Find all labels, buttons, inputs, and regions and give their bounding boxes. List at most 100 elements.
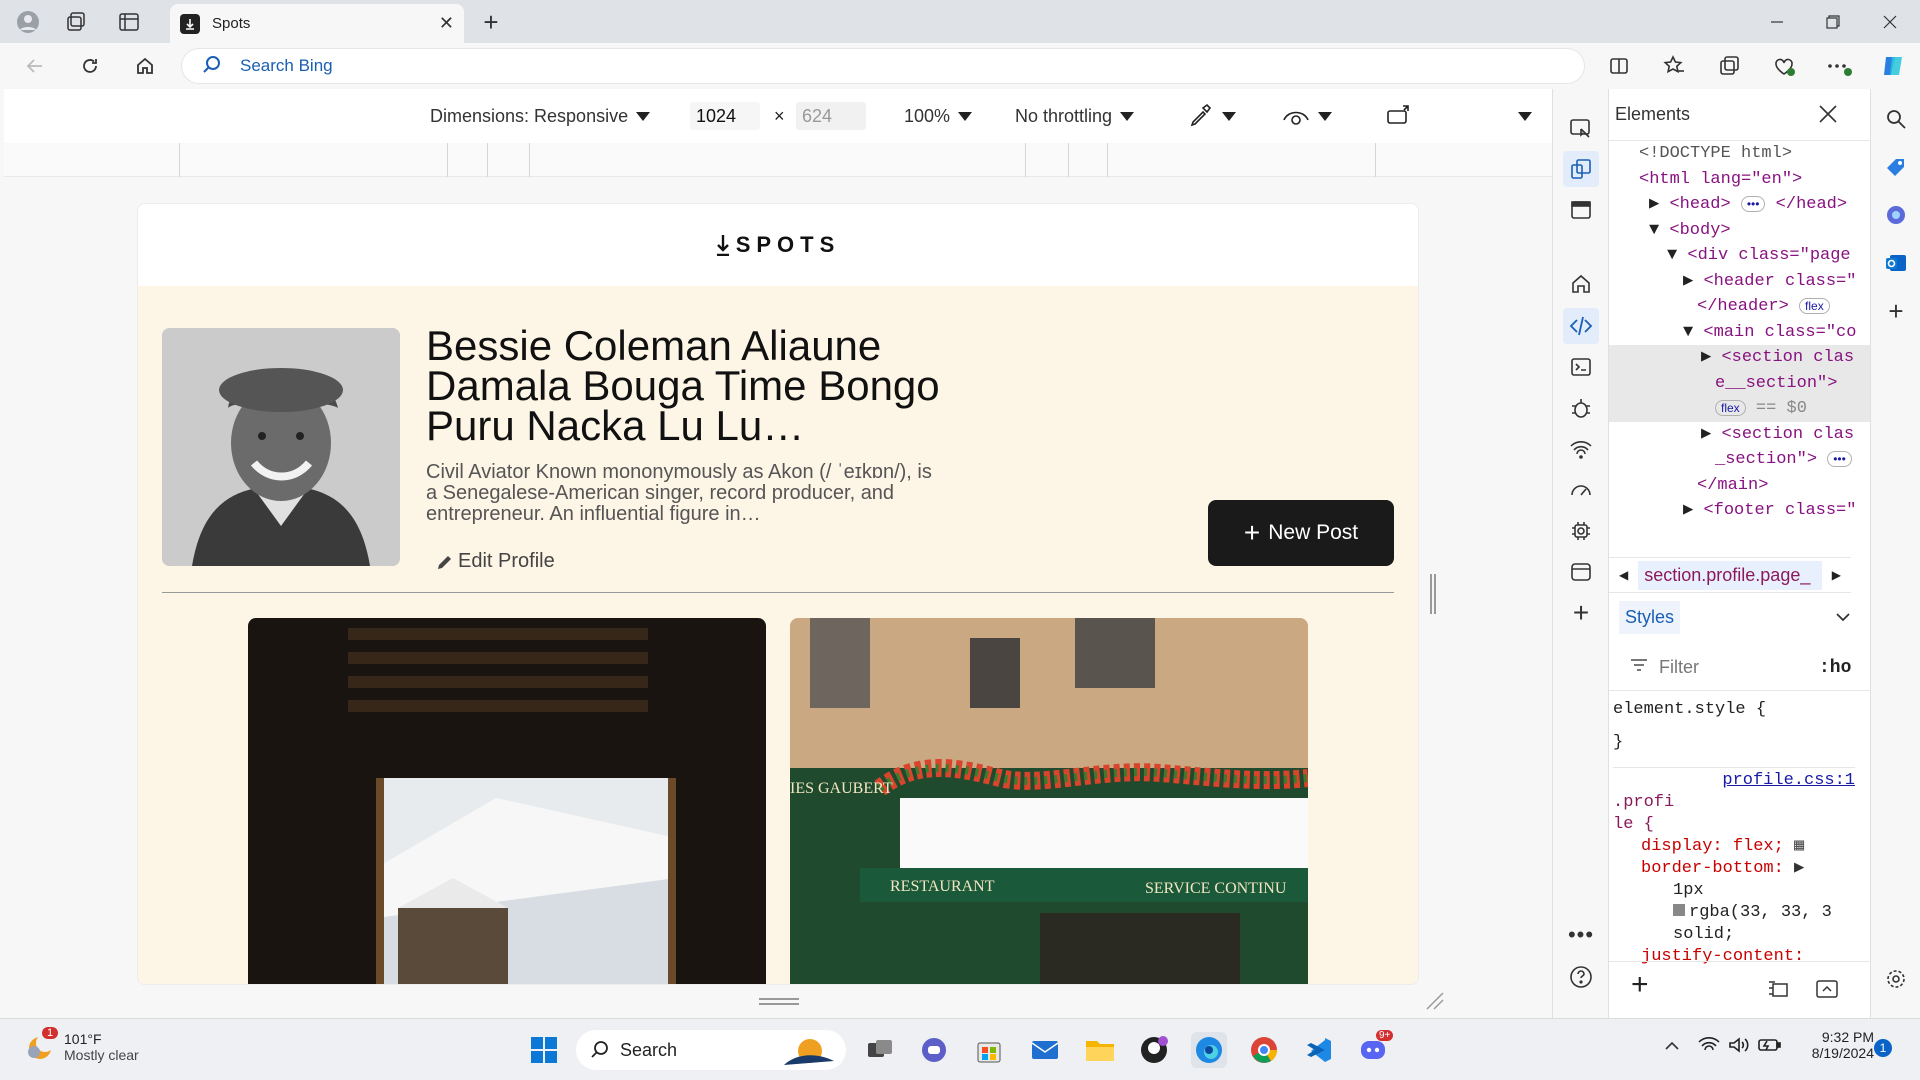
- dom-node[interactable]: ▶ <section clas: [1609, 422, 1871, 448]
- close-tab-icon[interactable]: ✕: [439, 13, 454, 34]
- chevron-down-icon[interactable]: [1835, 607, 1851, 628]
- dom-node[interactable]: ▼ <body>: [1609, 218, 1871, 244]
- new-tab-icon[interactable]: +: [477, 7, 505, 37]
- dimensions-dropdown[interactable]: Dimensions: Responsive: [430, 106, 651, 127]
- dom-node[interactable]: <html lang="en">: [1609, 167, 1871, 193]
- toggle-panel-icon[interactable]: [1815, 978, 1839, 1003]
- weather-widget[interactable]: 1 101°F Mostly clear: [24, 1027, 139, 1063]
- throttling-dropdown[interactable]: No throttling: [1015, 106, 1135, 127]
- discord-icon[interactable]: 9+: [1356, 1030, 1394, 1068]
- browser-essentials-icon[interactable]: [1769, 51, 1799, 81]
- rotate-button[interactable]: [1385, 103, 1413, 130]
- refresh-icon[interactable]: [75, 51, 105, 81]
- minimize-icon[interactable]: [1762, 8, 1792, 36]
- zoom-dropdown[interactable]: 100%: [904, 106, 973, 127]
- teams-chat-icon[interactable]: [916, 1032, 952, 1068]
- styles-filter[interactable]: Filter :ho: [1609, 645, 1871, 691]
- dom-node[interactable]: ▶ <header class=": [1609, 269, 1871, 295]
- favorites-icon[interactable]: [1659, 51, 1689, 81]
- more-options-chevron-icon[interactable]: [1518, 111, 1532, 121]
- microsoft-store-icon[interactable]: [971, 1032, 1007, 1068]
- post-card-image[interactable]: [248, 618, 766, 984]
- wifi-icon[interactable]: [1698, 1036, 1720, 1057]
- vscode-icon[interactable]: [1301, 1032, 1337, 1068]
- home-icon[interactable]: [130, 51, 160, 81]
- vertical-tabs-icon[interactable]: [115, 8, 143, 36]
- sidebar-settings-gear-icon[interactable]: [1878, 961, 1914, 997]
- viewport-height-grip[interactable]: [759, 998, 799, 1005]
- edge-browser-icon[interactable]: [1191, 1032, 1227, 1068]
- outlook-icon[interactable]: [1878, 245, 1914, 281]
- css-selector[interactable]: .profi: [1613, 792, 1855, 814]
- elements-code-icon[interactable]: [1563, 308, 1599, 344]
- task-view-icon[interactable]: [862, 1032, 898, 1068]
- back-icon[interactable]: [20, 51, 50, 81]
- color-picker-button[interactable]: [1188, 103, 1236, 129]
- close-window-icon[interactable]: [1875, 8, 1905, 36]
- crumb-left-icon[interactable]: ◀: [1609, 568, 1638, 582]
- flex-editor-icon[interactable]: ▦: [1794, 837, 1804, 856]
- tab-spots[interactable]: Spots ✕: [170, 4, 464, 43]
- split-screen-icon[interactable]: [1604, 51, 1634, 81]
- dom-node[interactable]: </main>: [1609, 473, 1871, 499]
- search-icon[interactable]: [1878, 101, 1914, 137]
- dom-node[interactable]: ▼ <div class="page: [1609, 243, 1871, 269]
- breadcrumb-item[interactable]: section.profile.page_: [1638, 560, 1822, 590]
- post-card-image[interactable]: RESTAURANT SERVICE CONTINU IES GAUBERT: [790, 618, 1308, 984]
- dom-node[interactable]: ▼ <main class="co: [1609, 320, 1871, 346]
- more-options-icon[interactable]: •••: [1563, 917, 1599, 953]
- dom-node[interactable]: ▶ <footer class=": [1609, 498, 1871, 524]
- spots-logo[interactable]: SPOTS: [716, 232, 841, 258]
- media-query-ruler[interactable]: [4, 143, 1552, 177]
- css-prop[interactable]: border-bottom: ▶: [1613, 858, 1855, 880]
- css-value[interactable]: 1px: [1613, 880, 1855, 902]
- address-bar[interactable]: [182, 49, 1584, 83]
- volume-icon[interactable]: [1728, 1036, 1750, 1057]
- element-style-rule[interactable]: element.style {: [1613, 699, 1855, 732]
- new-style-rule-icon[interactable]: +: [1631, 968, 1649, 1002]
- inspect-icon[interactable]: [1563, 111, 1599, 147]
- dom-node-selected[interactable]: ▶ <section clas: [1609, 345, 1871, 371]
- restore-icon[interactable]: [1818, 8, 1848, 36]
- resize-corner-icon[interactable]: [1425, 991, 1445, 1011]
- mail-icon[interactable]: [1027, 1032, 1063, 1068]
- hover-state-toggle[interactable]: :ho: [1819, 658, 1851, 678]
- github-icon[interactable]: [1136, 1032, 1172, 1068]
- file-explorer-icon[interactable]: [1082, 1032, 1118, 1068]
- close-panel-icon[interactable]: [1817, 103, 1839, 130]
- dom-node[interactable]: </header> flex: [1609, 294, 1871, 320]
- performance-icon[interactable]: [1563, 472, 1599, 508]
- clock[interactable]: 9:32 PM 8/19/2024: [1786, 1029, 1874, 1061]
- css-source-link[interactable]: profile.css:1: [1613, 770, 1855, 792]
- welcome-home-icon[interactable]: [1563, 266, 1599, 302]
- tab-styles[interactable]: Styles: [1609, 595, 1871, 639]
- css-rules[interactable]: element.style { } profile.css:1 .profi l…: [1613, 699, 1855, 968]
- tools-icon[interactable]: [1878, 197, 1914, 233]
- dom-tree[interactable]: <!DOCTYPE html> <html lang="en"> ▶ <head…: [1609, 141, 1871, 541]
- dom-node[interactable]: ▶ <head> ••• </head>: [1609, 192, 1871, 218]
- more-tools-plus-icon[interactable]: +: [1563, 595, 1599, 631]
- dom-node-selected[interactable]: flex == $0: [1609, 396, 1871, 422]
- collections-icon[interactable]: [1714, 51, 1744, 81]
- viewport-resize-handle[interactable]: [1430, 574, 1436, 614]
- help-icon[interactable]: [1563, 959, 1599, 995]
- css-selector[interactable]: le {: [1613, 814, 1855, 836]
- new-post-button[interactable]: + New Post: [1208, 500, 1394, 566]
- crumb-right-icon[interactable]: ▶: [1822, 568, 1851, 582]
- network-wifi-icon[interactable]: [1563, 431, 1599, 467]
- console-icon[interactable]: [1563, 349, 1599, 385]
- device-emulation-icon[interactable]: [1563, 151, 1599, 187]
- vision-deficiency-button[interactable]: [1282, 106, 1332, 126]
- battery-icon[interactable]: [1758, 1036, 1782, 1057]
- breadcrumb[interactable]: ◀ section.profile.page_ ▶: [1609, 557, 1851, 593]
- workspaces-icon[interactable]: [62, 8, 90, 36]
- css-value[interactable]: rgba(33, 33, 3: [1613, 902, 1855, 924]
- height-input[interactable]: [796, 102, 866, 130]
- taskbar-search[interactable]: Search: [576, 1030, 846, 1070]
- browser-window-icon[interactable]: [1563, 192, 1599, 228]
- address-input[interactable]: [240, 56, 840, 76]
- sources-bug-icon[interactable]: [1563, 390, 1599, 426]
- css-prop[interactable]: display: flex; ▦: [1613, 836, 1855, 858]
- width-input[interactable]: [690, 102, 760, 130]
- add-sidebar-app-icon[interactable]: +: [1878, 293, 1914, 329]
